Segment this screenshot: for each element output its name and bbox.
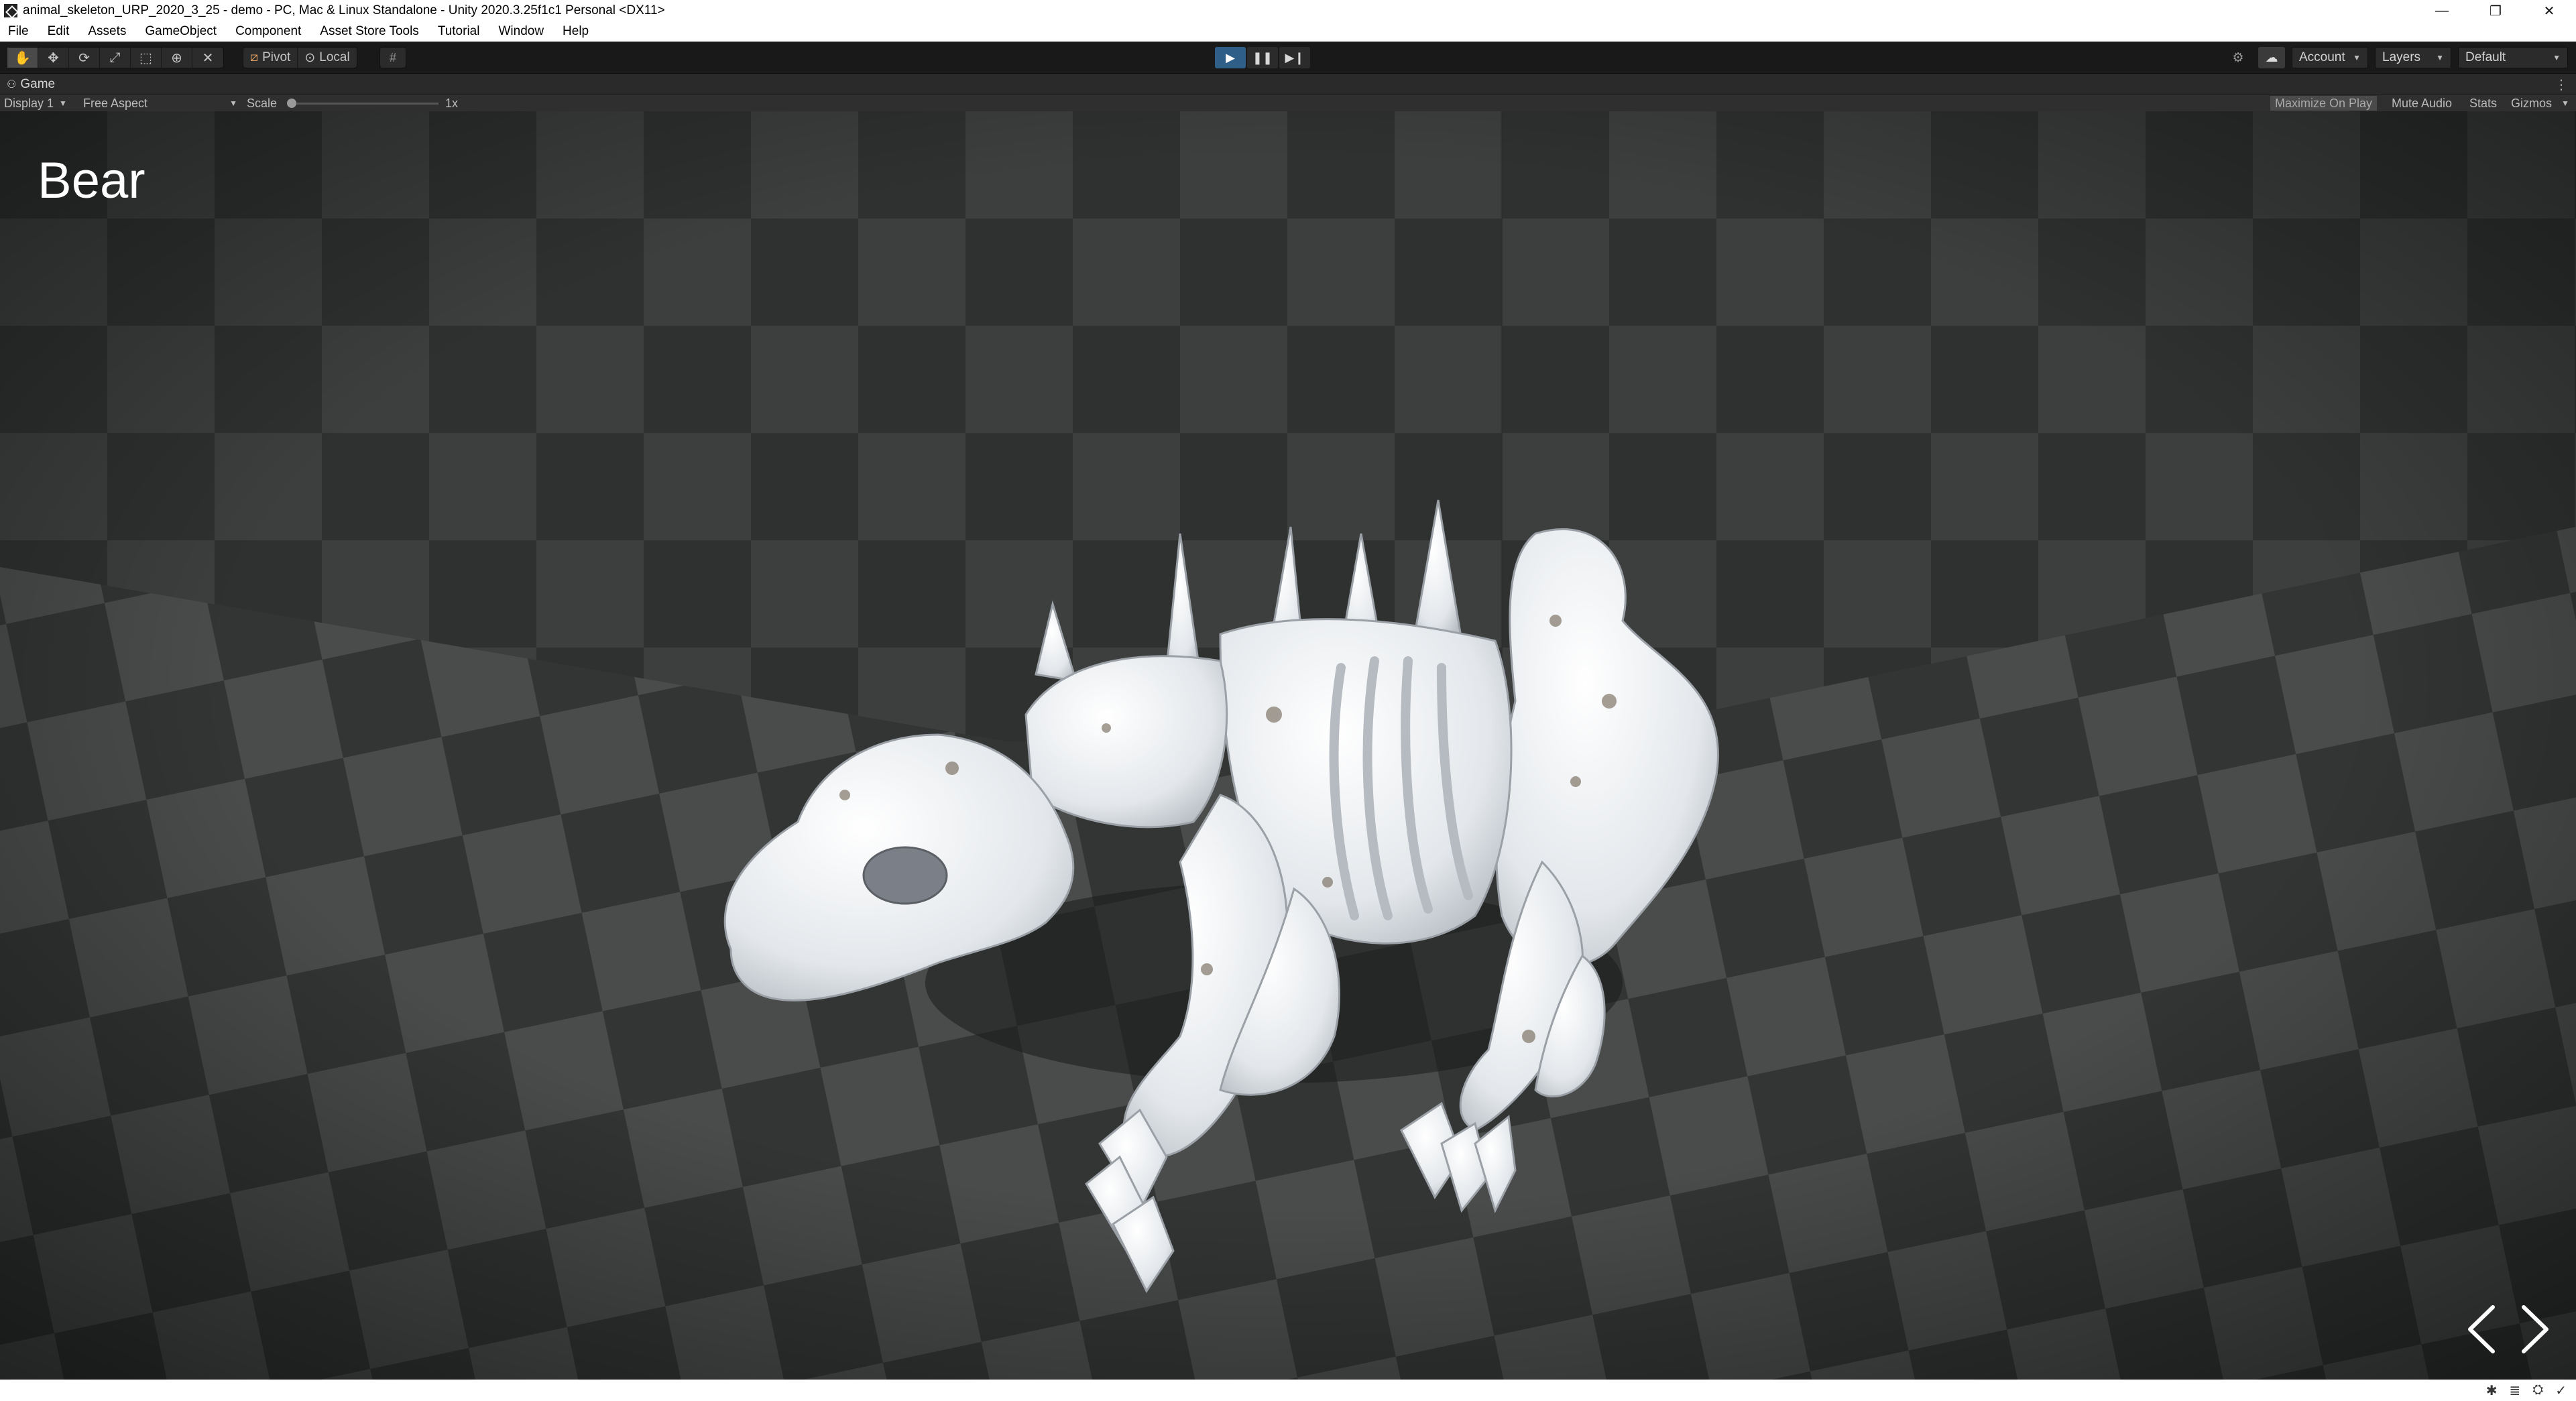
scale-value: 1x xyxy=(445,96,459,110)
grid-snap-icon[interactable]: # xyxy=(379,47,406,68)
chevron-down-icon: ▼ xyxy=(2553,53,2561,62)
stats-toggle[interactable]: Stats xyxy=(2465,96,2502,111)
cloud-icon[interactable]: ☁ xyxy=(2258,47,2285,68)
menu-assets[interactable]: Assets xyxy=(78,24,135,39)
transform-tools: ✋ ✥ ⟳ ⤢ ⬚ ⊕ ✕ xyxy=(7,47,224,68)
layers-label: Layers xyxy=(2382,50,2421,64)
progress-icon[interactable]: ≣ xyxy=(2509,1382,2520,1399)
status-bar: ✱ ≣ ⛭ ✓ xyxy=(0,1380,2576,1401)
tab-options-icon[interactable]: ⋮ xyxy=(2555,76,2568,93)
window-title: animal_skeleton_URP_2020_3_25 - demo - P… xyxy=(23,3,665,17)
gizmos-dropdown[interactable]: Gizmos ▼ xyxy=(2506,96,2574,111)
bug-icon[interactable]: ✱ xyxy=(2486,1382,2498,1399)
debug-icon[interactable]: ⛭ xyxy=(2532,1382,2543,1399)
account-label: Account xyxy=(2299,50,2345,64)
pivot-label: Pivot xyxy=(262,50,291,64)
status-icons: ✱ ≣ ⛭ ✓ xyxy=(2486,1382,2567,1399)
collab-icon[interactable]: ⚙ xyxy=(2225,47,2251,68)
scale-slider-track[interactable] xyxy=(291,103,438,105)
play-button[interactable]: ▶ xyxy=(1215,47,1246,68)
chevron-right-icon[interactable] xyxy=(2518,1304,2559,1358)
pause-button[interactable]: ❚❚ xyxy=(1247,47,1278,68)
chevron-left-icon[interactable] xyxy=(2465,1304,2505,1358)
menu-file[interactable]: File xyxy=(0,24,38,39)
game-tab-bar: ⚇ Game ⋮ xyxy=(0,74,2576,95)
local-button[interactable]: ⊙ Local xyxy=(298,48,356,68)
layout-label: Default xyxy=(2465,50,2506,64)
pivot-toggle-group: ⧄ Pivot ⊙ Local xyxy=(243,47,357,68)
aspect-dropdown[interactable]: Free Aspect ▼ xyxy=(83,95,237,111)
tab-game-label: Game xyxy=(20,77,56,91)
menu-asset-store-tools[interactable]: Asset Store Tools xyxy=(310,24,428,39)
unity-editor-window: animal_skeleton_URP_2020_3_25 - demo - P… xyxy=(0,0,2576,1401)
menu-edit[interactable]: Edit xyxy=(38,24,79,39)
check-icon[interactable]: ✓ xyxy=(2555,1382,2567,1399)
layout-dropdown[interactable]: Default ▼ xyxy=(2458,47,2568,68)
menu-bar: File Edit Assets GameObject Component As… xyxy=(0,21,2576,42)
scene-render xyxy=(0,111,2576,1380)
chevron-down-icon: ▼ xyxy=(2353,53,2361,62)
unity-logo-icon xyxy=(4,4,17,17)
menu-component[interactable]: Component xyxy=(226,24,310,39)
menu-gameobject[interactable]: GameObject xyxy=(135,24,226,39)
minimize-button[interactable]: — xyxy=(2415,0,2469,21)
menu-help[interactable]: Help xyxy=(553,24,598,39)
toolbar-right: ⚙ ☁ Account ▼ Layers ▼ Default ▼ xyxy=(2225,47,2568,68)
local-icon: ⊙ xyxy=(304,50,316,65)
transform-tool-icon[interactable]: ⊕ xyxy=(162,48,192,68)
window-controls: — ❐ ✕ xyxy=(2415,0,2576,21)
close-button[interactable]: ✕ xyxy=(2522,0,2576,21)
chevron-down-icon: ▼ xyxy=(2436,53,2444,62)
game-viewport[interactable]: Bear xyxy=(0,111,2576,1380)
rotate-tool-icon[interactable]: ⟳ xyxy=(69,48,100,68)
pivot-icon: ⧄ xyxy=(250,50,259,64)
custom-tool-icon[interactable]: ✕ xyxy=(192,48,223,68)
tab-game[interactable]: ⚇ Game xyxy=(0,74,62,95)
maximize-on-play-toggle[interactable]: Maximize On Play xyxy=(2270,96,2378,111)
restore-button[interactable]: ❐ xyxy=(2469,0,2522,21)
rect-tool-icon[interactable]: ⬚ xyxy=(131,48,162,68)
pivot-button[interactable]: ⧄ Pivot xyxy=(243,48,298,68)
scale-tool-icon[interactable]: ⤢ xyxy=(100,48,131,68)
scale-slider-handle[interactable] xyxy=(287,99,296,108)
gamepad-icon: ⚇ xyxy=(7,79,17,90)
scale-label: Scale xyxy=(247,96,278,110)
gizmos-label: Gizmos xyxy=(2511,96,2553,110)
hand-tool-icon[interactable]: ✋ xyxy=(7,48,38,68)
display-dropdown[interactable]: Display 1 ▼ xyxy=(4,95,67,111)
step-button[interactable]: ▶❙ xyxy=(1279,47,1310,68)
menu-tutorial[interactable]: Tutorial xyxy=(428,24,489,39)
main-toolbar: ✋ ✥ ⟳ ⤢ ⬚ ⊕ ✕ ⧄ Pivot ⊙ Local # ▶ ❚❚ ▶❙ … xyxy=(0,42,2576,74)
aspect-label: Free Aspect xyxy=(83,96,148,110)
account-dropdown[interactable]: Account ▼ xyxy=(2292,47,2368,68)
game-view-toolbar: Display 1 ▼ Free Aspect ▼ Scale 1x Maxim… xyxy=(0,95,2576,111)
chevron-down-icon: ▼ xyxy=(229,99,237,108)
menu-window[interactable]: Window xyxy=(489,24,553,39)
model-name-label: Bear xyxy=(38,152,145,209)
local-label: Local xyxy=(319,50,350,64)
play-controls: ▶ ❚❚ ▶❙ xyxy=(1215,47,1310,68)
display-label: Display 1 xyxy=(4,96,54,110)
mute-audio-toggle[interactable]: Mute Audio xyxy=(2387,96,2457,111)
chevron-down-icon: ▼ xyxy=(2561,99,2569,108)
move-tool-icon[interactable]: ✥ xyxy=(38,48,69,68)
title-bar: animal_skeleton_URP_2020_3_25 - demo - P… xyxy=(0,0,2576,21)
chevron-down-icon: ▼ xyxy=(59,99,67,108)
layers-dropdown[interactable]: Layers ▼ xyxy=(2375,47,2451,68)
